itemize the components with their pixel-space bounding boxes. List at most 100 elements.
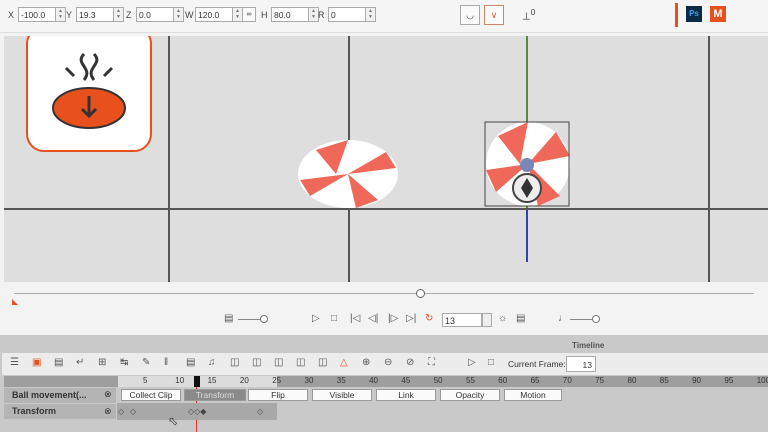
field-label: Y [66,9,73,20]
timeline-tool-icon[interactable]: ↹ [120,357,128,368]
beach-ball-selected[interactable] [484,120,574,210]
field-input[interactable]: -100.0 [18,7,56,22]
frame-input[interactable]: 13 [442,313,482,327]
track-button-link[interactable]: Link [376,389,436,401]
keyframe[interactable]: ◇ [118,407,124,416]
spinner[interactable]: ▲ ▼ [174,7,184,22]
keyframe[interactable]: ◇◇◆ [188,407,206,416]
field-input[interactable]: 80.0 [271,7,309,22]
timeline-tool-icon[interactable]: ⊘ [406,357,414,368]
ruler-tick: 40 [369,376,378,385]
field-input[interactable]: 0.0 [136,7,174,22]
timeline-tool-icon[interactable]: ⛶ [428,357,435,368]
timeline-tool-icon[interactable]: ◫ [252,357,261,368]
settings-icon[interactable]: ☼ [498,313,507,324]
field-y: Y 19.3 ▲ ▼ [66,7,124,22]
playhead[interactable] [194,376,200,387]
field-h: H 80.0 ▲ ▼ [261,7,319,22]
timeline-tool-icon[interactable]: ☰ [10,357,19,368]
stage-canvas[interactable] [4,36,768,282]
timeline-tool-icon[interactable]: ↵ [76,357,84,368]
first-frame-icon[interactable]: |◁ [350,313,360,324]
marker-triangle-icon [12,299,18,305]
loop-icon[interactable]: ↻ [425,313,433,324]
spinner[interactable]: ▲ ▼ [56,7,66,22]
snap-icon[interactable]: ⊥0 [522,7,535,22]
play-icon[interactable]: ▷ [312,313,320,324]
timeline-tool-icon[interactable]: ◫ [318,357,327,368]
grid-line [168,36,170,282]
timeline-tool-icon[interactable]: ♫ [208,357,216,368]
keyframe[interactable]: ◇ [257,407,263,416]
link-wh-button[interactable]: ∞ [242,7,256,22]
ruler-tick: 90 [692,376,701,385]
ruler-tick: 55 [466,376,475,385]
close-track-icon[interactable]: ⊗ [104,406,112,417]
timeline-tool-icon[interactable]: ▤ [186,357,195,368]
timeline-tool-icon[interactable]: ▣ [32,357,41,368]
last-frame-icon[interactable]: ▷| [406,313,416,324]
track-button-opacity[interactable]: Opacity [440,389,500,401]
ruler-tick: 60 [498,376,508,385]
subtitle-icon[interactable]: ▤ [224,313,233,324]
field-label: R [318,9,325,20]
field-input[interactable]: 19.3 [76,7,114,22]
timeline-tool-icon[interactable]: ◫ [274,357,283,368]
play-icon[interactable]: ▷ [468,357,476,368]
ruler-tick: 5 [143,376,148,385]
slider-knob[interactable] [592,315,600,323]
divider [675,3,678,27]
current-frame-input[interactable]: 13 [566,356,596,372]
panel-icon[interactable]: ▤ [516,313,525,324]
track-button-visible[interactable]: Visible [312,389,372,401]
volume-slider-left[interactable] [238,319,262,320]
ruler-tick: 15 [207,376,217,385]
field-label: H [261,9,268,20]
close-track-icon[interactable]: ⊗ [104,389,112,400]
timeline-tool-icon[interactable]: ⊞ [98,357,106,368]
track-button-transform[interactable]: Transform [184,389,246,401]
field-label: W [185,9,194,20]
timeline-tool-icon[interactable]: ◫ [296,357,305,368]
timeline-scrubber[interactable] [14,293,754,294]
timeline-tool-icon[interactable]: △ [340,357,348,368]
field-label: X [8,9,15,20]
track-transform[interactable]: Transform [4,404,116,419]
spinner[interactable]: ▲ ▼ [114,7,124,22]
frame-spinner[interactable] [482,313,492,327]
ease-out-button[interactable]: ∨ [484,5,504,25]
timeline-tool-icon[interactable]: ⊖ [384,357,392,368]
next-frame-icon[interactable]: |▷ [388,313,398,324]
music-icon[interactable]: ♩ [558,313,568,324]
m-app-icon[interactable]: M [710,6,726,22]
track-ball-movement[interactable]: Ball movement(... [4,388,116,403]
playback-bar: ▤ ▷ □ |◁ ◁| |▷ ▷| ↻ 13 ☼ ▤ ♩ [224,313,604,327]
timeline-toolbar: ☰ ▣ ▤ ↵ ⊞ ↹ ✎ ‖ ▤ ♫ ◫ ◫ ◫ ◫ ◫ △ ⊕ ⊖ ⊘ ⛶ ▷ □ Current Frame: … [2,353,768,375]
timeline-tool-icon[interactable]: ⊕ [362,357,370,368]
field-w: W 120.0 ▲ ▼ [185,7,243,22]
stop-icon[interactable]: □ [488,357,494,368]
ruler-tick: 10 [175,376,185,385]
ruler-tick: 25 [272,376,282,385]
prev-frame-icon[interactable]: ◁| [368,313,378,324]
track-button-flip[interactable]: Flip [248,389,308,401]
photoshop-icon[interactable]: Ps [686,6,702,22]
timeline-tool-icon[interactable]: ◫ [230,357,239,368]
scrubber-knob[interactable] [416,289,425,298]
ruler-tick: 85 [659,376,669,385]
track-button-motion[interactable]: Motion [504,389,562,401]
y-axis-lower [526,208,528,262]
timeline-tool-icon[interactable]: ▤ [54,357,63,368]
slider-knob[interactable] [260,315,268,323]
stop-icon[interactable]: □ [331,313,337,324]
timeline-tool-icon[interactable]: ✎ [142,357,150,368]
ruler-tick: 70 [562,376,572,385]
keyframe[interactable]: ◇ [130,407,136,416]
ruler-tick: 100 [756,376,768,385]
ease-in-button[interactable]: ◡ [460,5,480,25]
field-input[interactable]: 120.0 [195,7,233,22]
timeline-tool-icon[interactable]: ‖ [164,357,168,368]
spinner[interactable]: ▲ ▼ [366,7,376,22]
field-input[interactable]: 0 [328,7,366,22]
track-button-collect-clip[interactable]: Collect Clip [121,389,181,401]
